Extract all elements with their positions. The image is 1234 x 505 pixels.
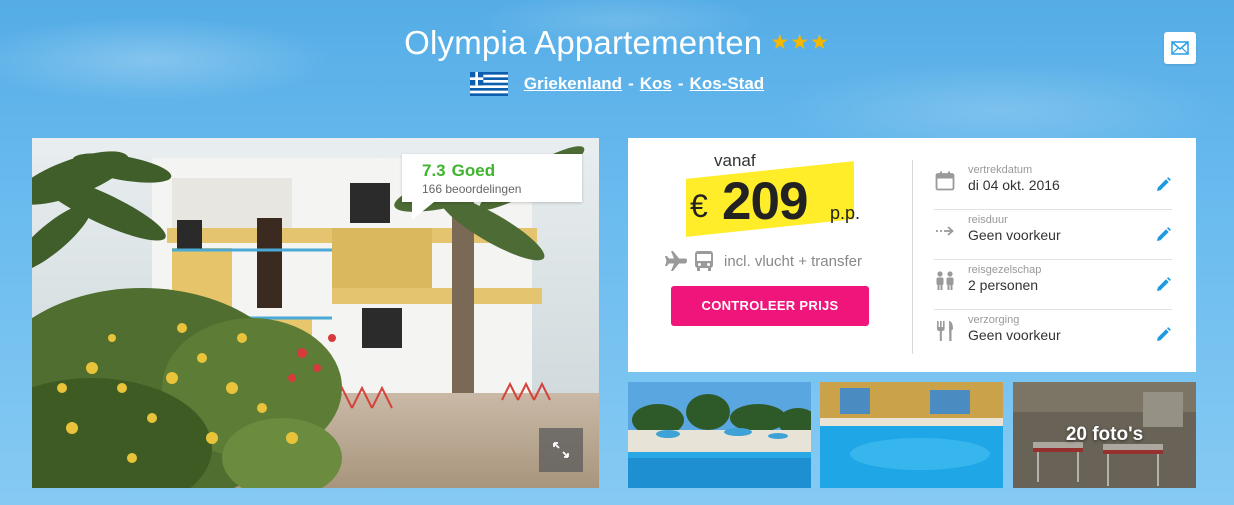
detail-departure-date[interactable]: vertrekdatum di 04 okt. 2016: [934, 160, 1172, 210]
detail-label: verzorging: [968, 314, 1020, 326]
pool-palms-image: [628, 382, 811, 488]
detail-board-type[interactable]: verzorging Geen voorkeur: [934, 310, 1172, 360]
location-breadcrumb: Griekenland - Kos - Kos-Stad: [0, 72, 1234, 96]
pool-image: [820, 382, 1003, 488]
price-summary: vanaf € 209 p.p. incl. vlucht + transfer…: [628, 138, 912, 372]
calendar-icon: [934, 170, 956, 192]
title-row: Olympia Appartementen ★★★: [0, 24, 1234, 62]
panel-divider: [912, 160, 913, 354]
pencil-edit-icon[interactable]: [1154, 226, 1172, 244]
detail-value: Geen voorkeur: [968, 227, 1061, 243]
greece-flag-icon: [469, 72, 508, 96]
star-rating: ★★★: [770, 30, 830, 54]
duration-arrow-icon: [934, 220, 956, 242]
detail-travel-party[interactable]: reisgezelschap 2 personen: [934, 260, 1172, 310]
thumbnail-pool[interactable]: [820, 382, 1003, 488]
airplane-icon: [665, 251, 687, 271]
pencil-edit-icon[interactable]: [1154, 276, 1172, 294]
email-share-button[interactable]: [1164, 32, 1196, 64]
rating-headline: 7.3 Goed: [422, 161, 582, 181]
review-count: 166 beoordelingen: [422, 182, 522, 196]
price-currency: €: [690, 188, 708, 224]
envelope-icon: [1171, 41, 1189, 55]
photo-count-label: 20 foto's: [1065, 424, 1144, 445]
hotel-title: Olympia Appartementen: [404, 24, 763, 61]
review-rating-badge[interactable]: 7.3 Goed 166 beoordelingen: [402, 154, 582, 220]
detail-trip-duration[interactable]: reisduur Geen voorkeur: [934, 210, 1172, 260]
thumbnail-terrace-gallery[interactable]: 20 foto's: [1013, 382, 1196, 488]
page-header: Olympia Appartementen ★★★ Griekenland - …: [0, 24, 1234, 96]
per-person-label: p.p.: [830, 203, 861, 223]
breadcrumb-island-link[interactable]: Kos: [640, 74, 672, 94]
includes-row: incl. vlucht + transfer: [664, 250, 862, 272]
trip-details-list: vertrekdatum di 04 okt. 2016 reisduur Ge…: [934, 160, 1172, 360]
from-label: vanaf: [714, 151, 756, 170]
detail-value: di 04 okt. 2016: [968, 177, 1060, 193]
cutlery-icon: [934, 320, 956, 342]
detail-value: 2 personen: [968, 277, 1039, 293]
fullscreen-button[interactable]: [539, 428, 583, 472]
pencil-edit-icon[interactable]: [1154, 326, 1172, 344]
expand-arrows-icon: [553, 442, 569, 458]
rating-score: 7.3: [422, 161, 446, 180]
check-price-button[interactable]: CONTROLEER PRIJS: [671, 286, 869, 326]
detail-value: Geen voorkeur: [968, 327, 1061, 343]
rating-label: Goed: [451, 161, 496, 180]
bus-icon: [695, 251, 713, 271]
detail-label: reisgezelschap: [968, 264, 1042, 276]
includes-text: incl. vlucht + transfer: [724, 252, 862, 270]
thumbnail-pool-palms[interactable]: [628, 382, 811, 488]
detail-label: reisduur: [968, 214, 1008, 226]
people-icon: [934, 270, 956, 292]
pencil-edit-icon[interactable]: [1154, 176, 1172, 194]
detail-label: vertrekdatum: [968, 164, 1033, 176]
breadcrumb-city-link[interactable]: Kos-Stad: [690, 74, 765, 94]
breadcrumb-separator: -: [677, 74, 684, 93]
breadcrumb-country-link[interactable]: Griekenland: [524, 74, 622, 94]
price-amount: 209: [722, 172, 808, 231]
breadcrumb-separator: -: [628, 74, 634, 93]
price-panel: vanaf € 209 p.p. incl. vlucht + transfer…: [628, 138, 1196, 372]
